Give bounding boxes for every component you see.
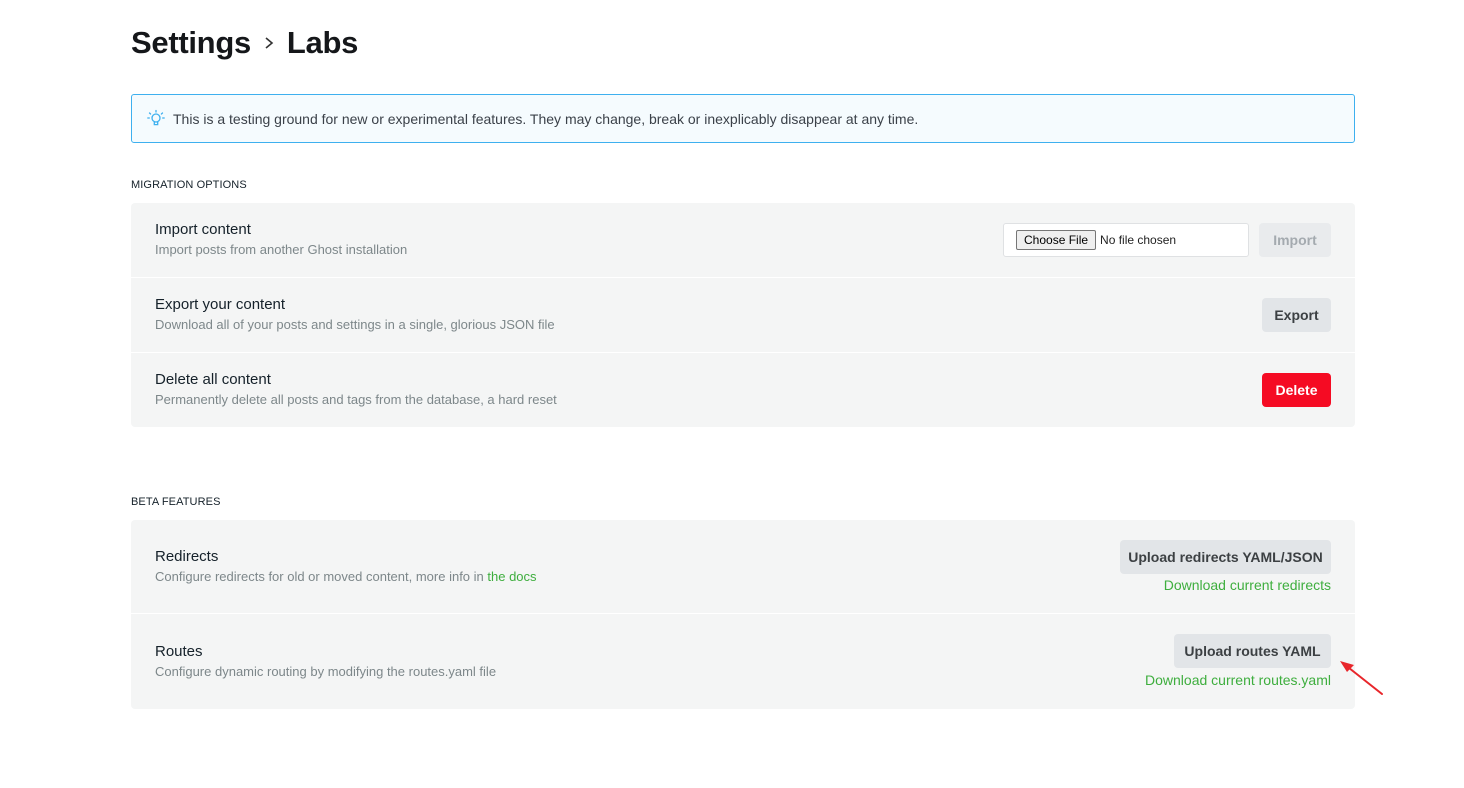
export-content-label: Export your content: [155, 296, 286, 313]
migration-options-title: MIGRATION OPTIONS: [131, 179, 247, 191]
routes-description: Configure dynamic routing by modifying t…: [155, 664, 497, 679]
page-title: Labs: [286, 25, 359, 60]
import-content-label: Import content: [155, 221, 251, 238]
delete-content-description: Permanently delete all posts and tags fr…: [155, 392, 557, 407]
notice-text: This is a testing ground for new or expe…: [173, 110, 919, 127]
annotation-arrow-icon: [1340, 661, 1383, 695]
docs-link[interactable]: the docs: [487, 569, 536, 584]
import-content-row: Import content Import posts from another…: [131, 203, 1355, 278]
breadcrumb: Settings Labs: [131, 24, 358, 62]
redirects-description: Configure redirects for old or moved con…: [155, 569, 537, 584]
beta-features-group: Redirects Configure redirects for old or…: [131, 520, 1355, 709]
delete-content-row: Delete all content Permanently delete al…: [131, 353, 1355, 427]
routes-label: Routes: [155, 643, 203, 660]
import-content-description: Import posts from another Ghost installa…: [155, 242, 408, 257]
import-file-input[interactable]: Choose File No file chosen: [1003, 223, 1249, 257]
upload-routes-button[interactable]: Upload routes YAML: [1174, 634, 1331, 668]
delete-button[interactable]: Delete: [1262, 373, 1331, 407]
redirects-row: Redirects Configure redirects for old or…: [131, 520, 1355, 614]
chevron-right-icon: [251, 24, 287, 62]
redirects-label: Redirects: [155, 548, 219, 565]
export-button[interactable]: Export: [1262, 298, 1331, 332]
export-content-row: Export your content Download all of your…: [131, 278, 1355, 353]
choose-file-button[interactable]: Choose File: [1016, 230, 1097, 250]
no-file-chosen-text: No file chosen: [1100, 233, 1177, 247]
routes-row: Routes Configure dynamic routing by modi…: [131, 614, 1355, 709]
beta-features-title: BETA FEATURES: [131, 496, 221, 508]
delete-content-label: Delete all content: [155, 371, 271, 388]
download-routes-link[interactable]: Download current routes.yaml: [1145, 672, 1331, 688]
experimental-notice: This is a testing ground for new or expe…: [131, 94, 1355, 143]
migration-options-group: Import content Import posts from another…: [131, 203, 1355, 427]
export-content-description: Download all of your posts and settings …: [155, 317, 555, 332]
import-button[interactable]: Import: [1259, 223, 1331, 257]
breadcrumb-settings[interactable]: Settings: [131, 25, 251, 61]
lightbulb-icon: [146, 109, 166, 129]
download-redirects-link[interactable]: Download current redirects: [1164, 577, 1331, 593]
upload-redirects-button[interactable]: Upload redirects YAML/JSON: [1120, 540, 1331, 574]
redirects-description-text: Configure redirects for old or moved con…: [155, 569, 488, 584]
